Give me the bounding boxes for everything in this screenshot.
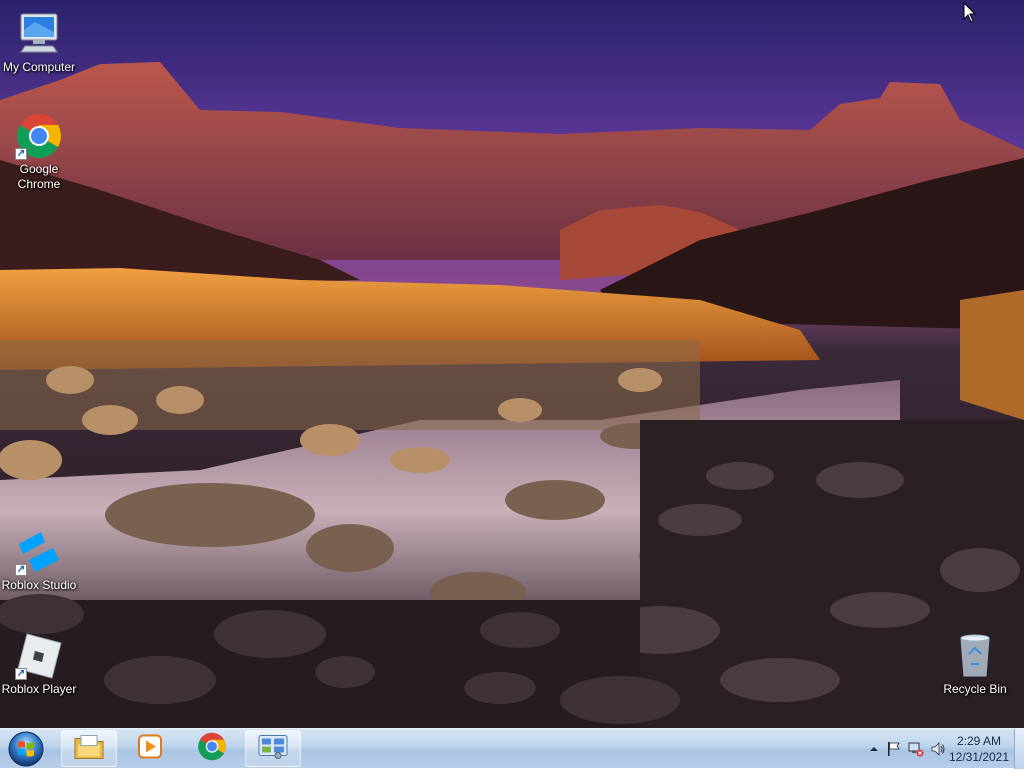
control-panel-icon — [258, 733, 288, 764]
start-button[interactable] — [4, 730, 48, 768]
clock-time: 2:29 AM — [956, 734, 1002, 748]
chrome-icon: ↗ — [15, 112, 63, 160]
taskbar: 2:29 AM 12/31/2021 — [0, 728, 1024, 769]
taskbar-file-explorer-button[interactable] — [61, 730, 117, 767]
chrome-icon — [197, 731, 227, 766]
clock-date: 12/31/2021 — [948, 750, 1010, 764]
desktop-icon-label: My Computer — [2, 60, 76, 74]
desktop-icon-my-computer[interactable]: My Computer — [0, 10, 79, 75]
mouse-cursor-icon — [963, 1, 977, 29]
desktop-icon-label: Google Chrome — [17, 162, 61, 191]
desktop-icon-label: Roblox Player — [1, 682, 77, 696]
tray-clock[interactable]: 2:29 AM 12/31/2021 — [944, 733, 1014, 765]
show-desktop-button[interactable] — [1014, 729, 1024, 769]
show-hidden-icons-chevron[interactable] — [866, 741, 882, 757]
desktop-icon-roblox-studio[interactable]: ↗ Roblox Studio — [0, 528, 79, 593]
roblox-player-icon: ↗ — [15, 632, 63, 680]
shortcut-arrow-icon: ↗ — [15, 564, 27, 576]
system-tray: 2:29 AM 12/31/2021 — [834, 729, 1024, 769]
recycle-bin-icon — [951, 632, 999, 680]
shortcut-arrow-icon: ↗ — [15, 148, 27, 160]
desktop-icon-label: Roblox Studio — [1, 578, 77, 592]
taskbar-chrome-button[interactable] — [184, 730, 240, 767]
network-icon[interactable] — [908, 741, 924, 757]
taskbar-media-player-button[interactable] — [122, 730, 178, 767]
media-player-icon — [137, 733, 163, 764]
desktop-icon-label: Recycle Bin — [943, 682, 1007, 696]
taskbar-control-panel-button[interactable] — [245, 730, 301, 767]
desktop-icon-recycle-bin[interactable]: Recycle Bin — [935, 632, 1015, 697]
computer-icon — [15, 10, 63, 58]
shortcut-arrow-icon: ↗ — [15, 668, 27, 680]
roblox-studio-icon: ↗ — [15, 528, 63, 576]
file-explorer-icon — [74, 733, 104, 764]
desktop-icon-roblox-player[interactable]: ↗ Roblox Player — [0, 632, 79, 697]
desktop-wallpaper — [0, 0, 1024, 728]
action-center-flag-icon[interactable] — [886, 741, 902, 757]
desktop-icon-google-chrome[interactable]: ↗ Google Chrome — [0, 112, 79, 192]
